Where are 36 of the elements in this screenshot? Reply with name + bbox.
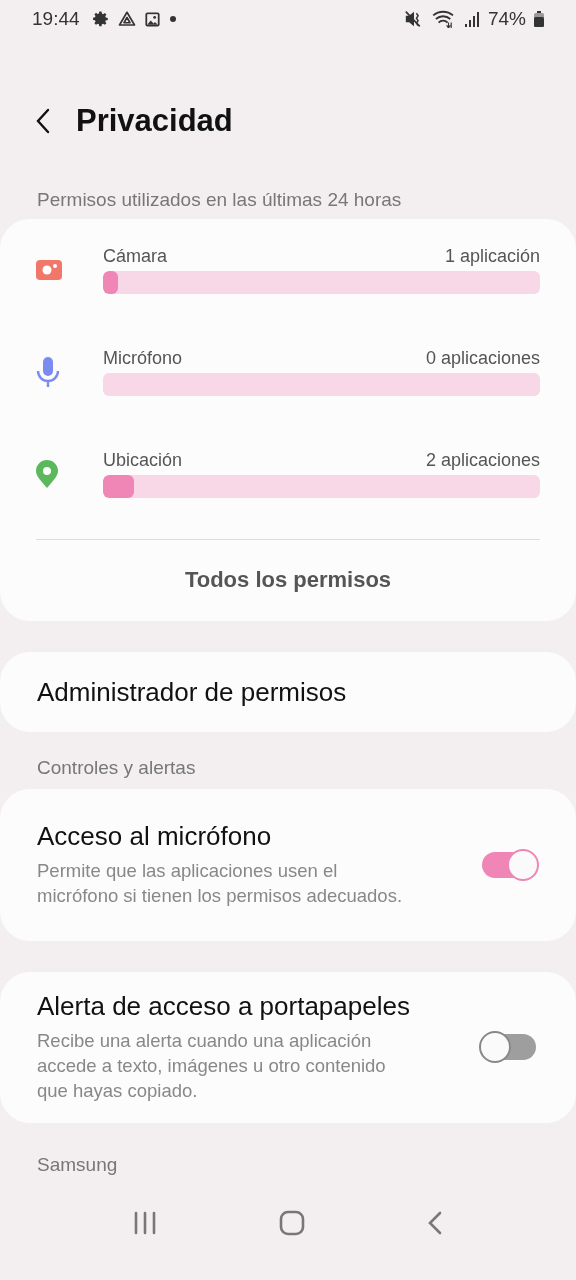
- app-count: 1 aplicación: [444, 246, 540, 268]
- toggle-switch[interactable]: [482, 1034, 536, 1061]
- permission-name: Micrófono: [103, 348, 183, 370]
- battery-level: 74%: [487, 8, 526, 31]
- wifi-icon: [431, 10, 456, 29]
- battery-icon: [534, 11, 544, 28]
- section-heading: Samsung: [36, 1153, 119, 1177]
- permission-name: Ubicación: [103, 450, 183, 472]
- section-heading: Controles y alertas: [36, 757, 197, 781]
- status-time: 19:44: [32, 8, 80, 31]
- permission-name: Cámara: [103, 246, 168, 268]
- section-heading: Permisos utilizados en las últimas 24 horas: [36, 189, 403, 213]
- all-permissions-button[interactable]: Todos los permisos: [36, 540, 540, 621]
- setting-card[interactable]: Alerta de acceso a portapapeles Recibe una alerta cuando una aplicación accede a texto, imágenes u otro contenido que hayas copiado.: [0, 971, 576, 1123]
- recent-apps-icon[interactable]: [133, 1211, 157, 1236]
- setting-description: Permite que las aplicaciones usen el micrófono si tienen los permisos adecuados.: [37, 859, 404, 909]
- setting-description: Recibe una alerta cuando una aplicación accede a texto, imágenes u otro contenido que hayas copiado.: [37, 1029, 387, 1104]
- back-button[interactable]: [36, 107, 50, 134]
- setting-title: Acceso al micrófono: [37, 821, 273, 853]
- camera-icon: [36, 260, 62, 281]
- toggle-switch[interactable]: [482, 851, 536, 878]
- triangle-icon: [117, 10, 136, 29]
- permission-manager-item[interactable]: Administrador de permisos: [0, 652, 576, 733]
- back-icon[interactable]: [427, 1211, 443, 1236]
- gear-icon: [91, 10, 110, 29]
- page-title: Privacidad: [76, 102, 233, 139]
- app-count: 0 aplicaciones: [425, 348, 540, 370]
- home-icon[interactable]: [279, 1210, 305, 1237]
- signal-icon: [463, 10, 480, 29]
- microphone-icon: [36, 357, 60, 388]
- app-count: 2 aplicaciones: [425, 450, 540, 472]
- image-icon: [143, 10, 161, 28]
- location-pin-icon: [36, 460, 58, 489]
- dot-icon: [168, 15, 177, 24]
- setting-card[interactable]: Acceso al micrófono Permite que las aplicaciones usen el micrófono si tienen los permisos adecuados.: [0, 789, 576, 941]
- setting-title: Alerta de acceso a portapapeles: [37, 991, 411, 1023]
